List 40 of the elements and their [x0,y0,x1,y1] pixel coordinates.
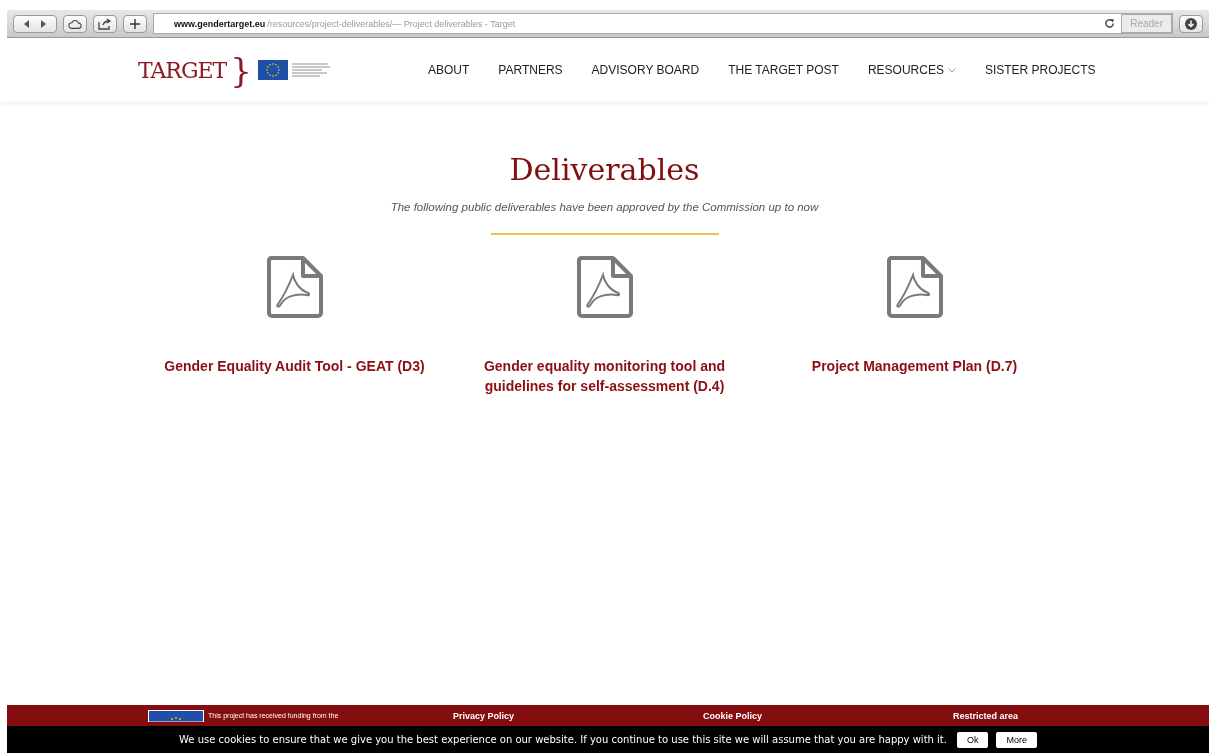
downloads-button[interactable] [1179,14,1203,33]
url-host: www.gendertarget.eu [174,18,266,29]
pdf-file-icon[interactable] [574,255,635,319]
nav-link[interactable]: THE TARGET POST [728,63,839,77]
logo-brace: } [230,53,252,87]
nav-link[interactable]: RESOURCES [867,63,956,77]
nav-link[interactable]: PARTNERS [498,63,563,77]
deliverable-link[interactable]: Gender Equality Audit Tool - GEAT (D3) [144,357,445,377]
address-bar[interactable]: www.gendertarget.eu /resources/project-deliverables/— Project deliverables - Target Reader [153,13,1173,34]
cloud-button[interactable] [63,14,87,33]
cookie-message: We use cookies to ensure that we give you the best experience on our website. If you continue to use this site we will assume that you are happy with it. [179,734,947,745]
funding-note-drawing [291,62,332,78]
share-icon [98,17,112,30]
share-button[interactable] [93,14,117,33]
pdf-file-icon[interactable] [264,255,325,319]
download-icon [1185,17,1197,30]
footer-link[interactable]: Privacy Policy [453,710,703,721]
pdf-file-icon[interactable] [884,255,945,319]
new-tab-button[interactable] [123,14,147,33]
chevron-down-icon [947,67,956,73]
footer-link[interactable]: Restricted area [953,710,1203,721]
nav-link[interactable]: ADVISORY BOARD [591,63,700,77]
subtitle: The following public deliverables have been approved by the Commission up to now [390,201,819,213]
nav-link[interactable]: SISTER PROJECTS [984,63,1096,77]
cookie-button[interactable]: Ok [956,731,989,748]
eu-flag-icon [148,709,204,722]
reload-icon[interactable] [1104,18,1116,29]
deliverable-link[interactable]: Project Management Plan (D.7) [764,357,1065,377]
deliverable-link[interactable]: Gender equality monitoring tool and guidelines for self-assessment (D.4) [454,357,755,397]
cloud-icon [68,17,82,30]
cookie-button[interactable]: More [996,731,1037,748]
eu-flag-icon [257,60,288,80]
back-forward-buttons[interactable] [13,14,57,33]
site-logo[interactable]: TARGET [138,57,227,83]
page-heading: Deliverables [509,152,700,187]
url-path: /resources/project-deliverables/ [267,18,393,29]
page-title: — Project deliverables - Target [392,18,516,29]
nav-link[interactable]: ABOUT [428,63,470,77]
plus-icon [130,18,140,29]
footer-link[interactable]: Cookie Policy [703,710,953,721]
